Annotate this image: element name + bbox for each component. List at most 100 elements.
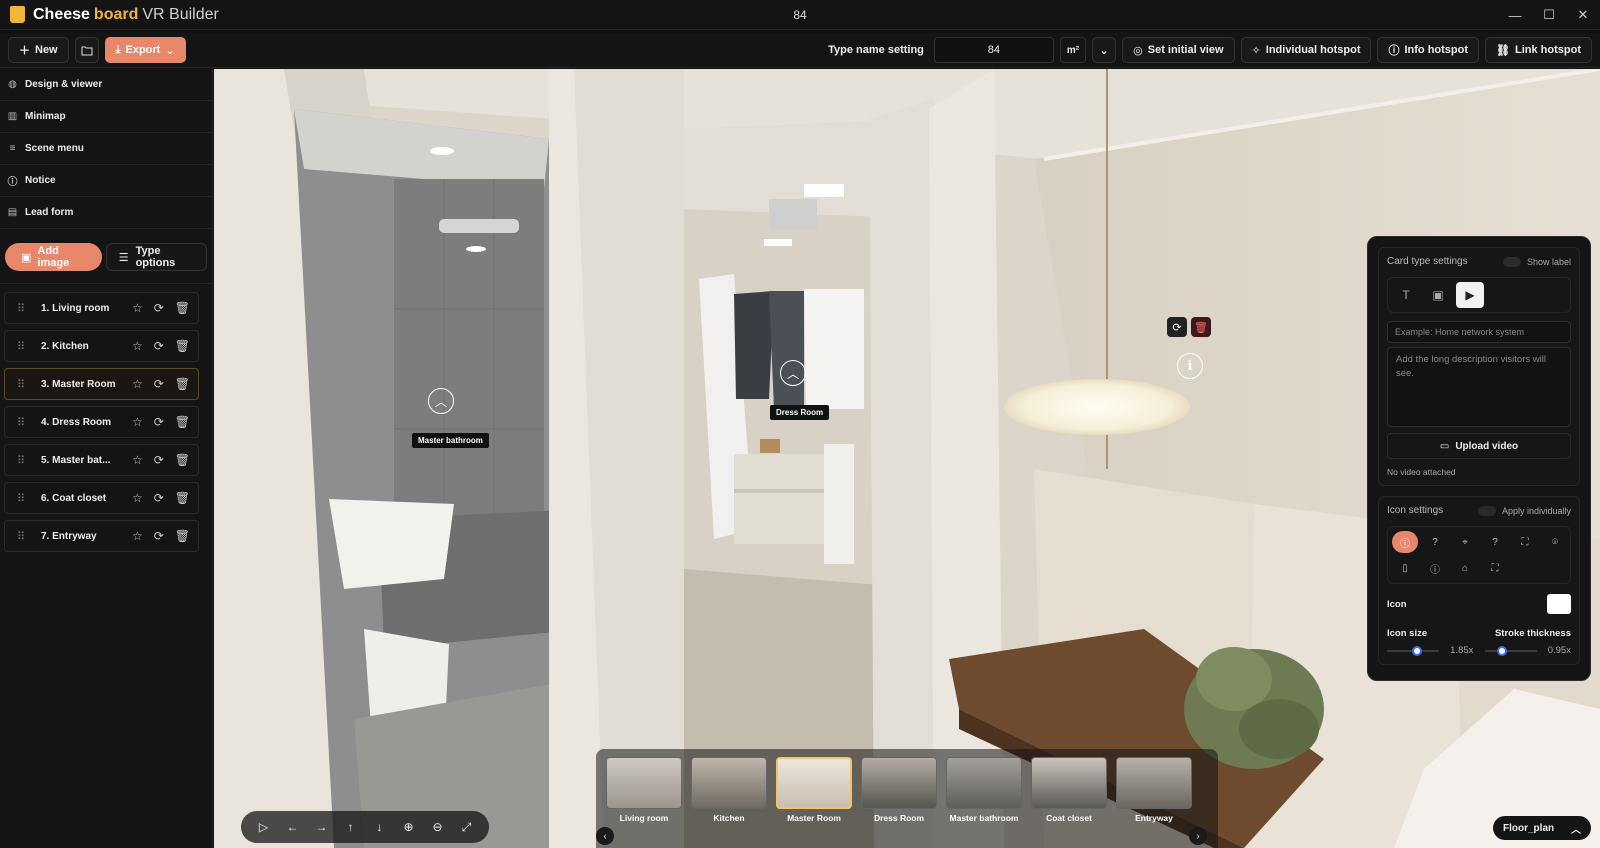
star-icon[interactable]: ☆: [132, 301, 143, 315]
scene-thumbnail[interactable]: [1031, 757, 1107, 809]
floor-plan-toggle[interactable]: Floor_plan ︿: [1493, 816, 1591, 840]
arrow-up-icon[interactable]: ↑: [340, 820, 362, 834]
drag-handle-icon[interactable]: ⠿: [17, 340, 31, 353]
question-icon[interactable]: ?: [1422, 531, 1448, 553]
refresh-icon[interactable]: ⟳: [154, 491, 164, 505]
play-icon[interactable]: ▷: [253, 820, 275, 834]
info-hotspot-button[interactable]: ⓘ Info hotspot: [1377, 37, 1480, 63]
pin-icon[interactable]: ⌖: [1452, 531, 1478, 553]
show-label-toggle[interactable]: [1502, 256, 1521, 267]
scene-thumbnail[interactable]: [691, 757, 767, 809]
scene-item[interactable]: ⠿ 4. Dress Room ☆ ⟳ 🗑: [4, 406, 199, 438]
refresh-icon[interactable]: ⟳: [154, 377, 164, 391]
scene-item[interactable]: ⠿ 5. Master bat... ☆ ⟳ 🗑: [4, 444, 199, 476]
slider-handle[interactable]: [1412, 645, 1423, 656]
set-initial-view-button[interactable]: ◎ Set initial view: [1122, 37, 1235, 63]
book-icon[interactable]: ▯: [1392, 557, 1418, 579]
drag-handle-icon[interactable]: ⠿: [17, 530, 31, 543]
menu-notice[interactable]: ⓘ Notice: [0, 165, 212, 197]
arrow-right-icon[interactable]: →: [311, 820, 333, 834]
home-icon[interactable]: ⌂: [1452, 557, 1478, 579]
minimize-button[interactable]: —: [1498, 0, 1532, 30]
menu-scene-menu[interactable]: ≡ Scene menu: [0, 133, 212, 165]
star-icon[interactable]: ☆: [132, 339, 143, 353]
drag-handle-icon[interactable]: ⠿: [17, 492, 31, 505]
hotspot-label-dress-room[interactable]: Dress Room: [770, 405, 830, 420]
apply-individually-toggle[interactable]: [1477, 505, 1496, 516]
scene-item[interactable]: ⠿ 7. Entryway ☆ ⟳ 🗑: [4, 520, 199, 552]
refresh-icon[interactable]: ⟳: [154, 529, 164, 543]
slider-handle[interactable]: [1497, 645, 1508, 656]
link-hotspot-master-bathroom[interactable]: ︿: [428, 388, 454, 414]
trash-icon[interactable]: 🗑: [175, 301, 190, 315]
help-icon[interactable]: ?: [1482, 531, 1508, 553]
add-image-button[interactable]: ▣ Add image: [5, 243, 102, 271]
delete-hotspot-button[interactable]: 🗑: [1191, 317, 1211, 337]
trash-icon[interactable]: 🗑: [175, 339, 190, 353]
thumbnails-next-button[interactable]: ›: [1189, 827, 1207, 845]
scene-item[interactable]: ⠿ 2. Kitchen ☆ ⟳ 🗑: [4, 330, 199, 362]
scene-item[interactable]: ⠿ 6. Coat closet ☆ ⟳ 🗑: [4, 482, 199, 514]
close-window-button[interactable]: ✕: [1566, 0, 1600, 30]
scene-thumbnail[interactable]: [606, 757, 682, 809]
description-textarea[interactable]: Add the long description visitors will s…: [1387, 347, 1571, 427]
open-folder-button[interactable]: [74, 37, 99, 63]
trash-icon[interactable]: 🗑: [175, 415, 190, 429]
trash-icon[interactable]: 🗑: [175, 453, 190, 467]
location-icon[interactable]: ⌾: [1542, 531, 1568, 553]
type-options-button[interactable]: ☰ Type options: [105, 243, 207, 271]
star-icon[interactable]: ☆: [132, 453, 143, 467]
drag-handle-icon[interactable]: ⠿: [17, 454, 31, 467]
drag-handle-icon[interactable]: ⠿: [17, 378, 31, 391]
scene-thumbnail[interactable]: [861, 757, 937, 809]
fullscreen-icon[interactable]: ⤢: [456, 820, 478, 835]
scene-thumbnail-active[interactable]: [776, 757, 852, 809]
scene-item[interactable]: ⠿ 1. Living room ☆ ⟳ 🗑: [4, 292, 199, 324]
hotspot-label-master-bathroom[interactable]: Master bathroom: [412, 433, 489, 448]
refresh-icon[interactable]: ⟳: [154, 453, 164, 467]
menu-lead-form[interactable]: ▤ Lead form: [0, 197, 212, 229]
link-hotspot-button[interactable]: ⛓ Link hotspot: [1485, 37, 1592, 63]
drag-handle-icon[interactable]: ⠿: [17, 416, 31, 429]
export-button[interactable]: ⤓ Export ⌄: [104, 37, 186, 63]
trash-icon[interactable]: 🗑: [175, 377, 190, 391]
rotate-hotspot-button[interactable]: ⟳: [1167, 317, 1187, 337]
star-icon[interactable]: ☆: [132, 377, 143, 391]
arrow-left-icon[interactable]: ←: [282, 820, 304, 834]
link-hotspot-dress-room[interactable]: ︿: [780, 360, 806, 386]
upload-video-button[interactable]: ▭ Upload video: [1387, 433, 1571, 459]
zoom-out-icon[interactable]: ⊖: [427, 820, 449, 834]
info-icon[interactable]: ⓘ: [1392, 531, 1418, 553]
stroke-thickness-slider[interactable]: [1484, 645, 1537, 656]
text-type-tab[interactable]: T: [1392, 282, 1420, 308]
arrow-down-icon[interactable]: ↓: [369, 820, 391, 834]
icon-color-swatch[interactable]: [1547, 594, 1571, 614]
info-circle-icon[interactable]: ⓘ: [1422, 557, 1448, 579]
star-icon[interactable]: ☆: [132, 491, 143, 505]
star-icon[interactable]: ☆: [132, 415, 143, 429]
unit-dropdown-button[interactable]: ⌄: [1092, 37, 1117, 63]
menu-minimap[interactable]: ▥ Minimap: [0, 101, 212, 133]
icon-size-slider[interactable]: [1387, 645, 1439, 656]
zoom-in-icon[interactable]: ⊕: [398, 820, 420, 834]
menu-design-viewer[interactable]: ◍ Design & viewer: [0, 69, 212, 101]
info-hotspot-marker[interactable]: i: [1177, 353, 1203, 379]
individual-hotspot-button[interactable]: ✧ Individual hotspot: [1240, 37, 1372, 63]
type-name-input[interactable]: [933, 37, 1054, 63]
scene-thumbnail[interactable]: [946, 757, 1022, 809]
thumbnails-prev-button[interactable]: ‹: [596, 827, 614, 845]
refresh-icon[interactable]: ⟳: [154, 339, 164, 353]
refresh-icon[interactable]: ⟳: [154, 415, 164, 429]
trash-icon[interactable]: 🗑: [175, 491, 190, 505]
trash-icon[interactable]: 🗑: [175, 529, 190, 543]
video-type-tab[interactable]: ▶: [1456, 282, 1484, 308]
image-type-tab[interactable]: ▣: [1424, 282, 1452, 308]
scene-thumbnail[interactable]: [1116, 757, 1192, 809]
scene-item-active[interactable]: ⠿ 3. Master Room ☆ ⟳ 🗑: [4, 368, 199, 400]
focus-icon[interactable]: ⛶: [1482, 557, 1508, 579]
scan-icon[interactable]: ⛶: [1512, 531, 1538, 553]
refresh-icon[interactable]: ⟳: [154, 301, 164, 315]
drag-handle-icon[interactable]: ⠿: [17, 302, 31, 315]
title-input[interactable]: Example: Home network system: [1387, 321, 1571, 343]
new-button[interactable]: ＋ New: [8, 37, 69, 63]
